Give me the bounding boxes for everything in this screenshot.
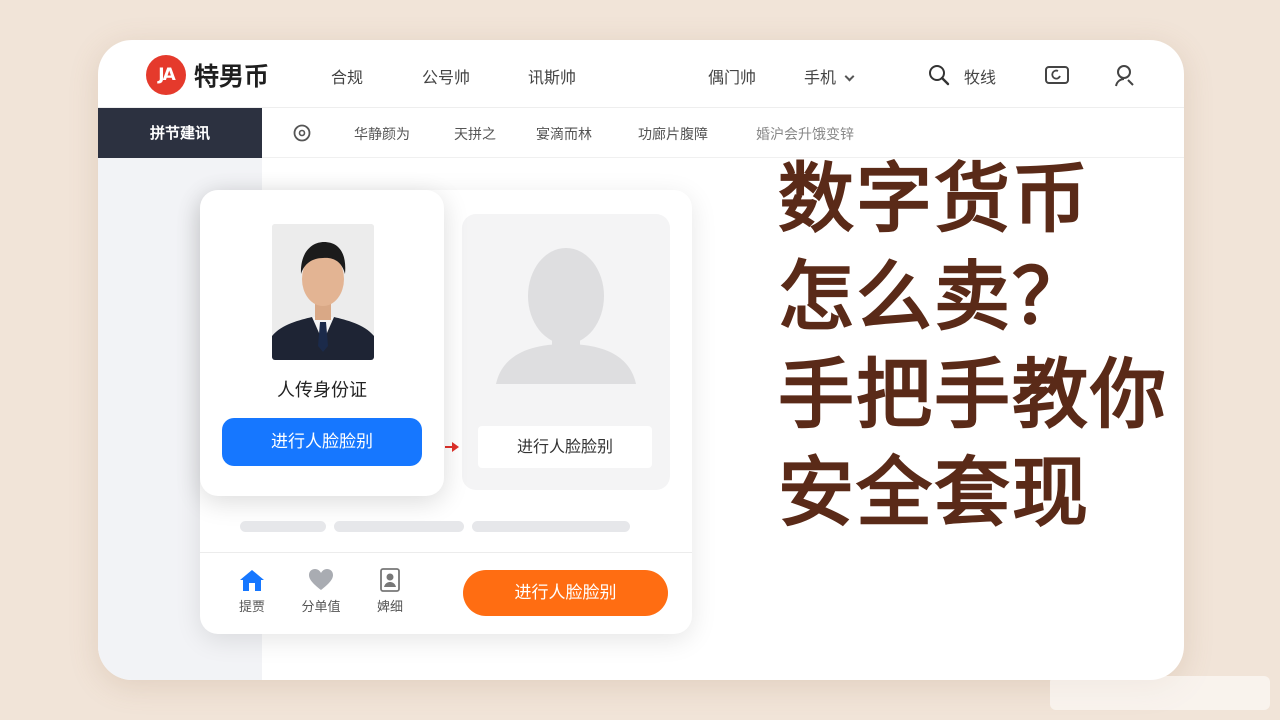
portrait-image	[272, 224, 374, 360]
subnav-active-tab[interactable]: 拼节建讯	[98, 108, 262, 158]
start-face-recognition-button[interactable]: 进行人脸脸别	[222, 418, 422, 466]
heart-icon	[309, 569, 333, 590]
nav-link-3[interactable]: 讯斯帅	[528, 64, 576, 88]
bottom-tab-favorites[interactable]: 分单值	[291, 568, 351, 615]
skeleton-bar	[472, 521, 630, 532]
headline: 数字货币 怎么卖？ 手把手教你 安全套现	[778, 150, 1198, 542]
top-nav: JA 特男币 合规 公号帅 讯斯帅 偶门帅 手机 牧线	[98, 40, 1184, 108]
skeleton-bar	[240, 521, 326, 532]
person-silhouette-icon	[496, 248, 636, 384]
subnav-item-1[interactable]: 华静颜为	[354, 124, 410, 144]
search-icon[interactable]	[928, 64, 950, 86]
id-card-title: 人传身份证	[277, 380, 367, 401]
screen-icon[interactable]	[1044, 62, 1070, 88]
brand-logo[interactable]: JA 特男币	[146, 55, 269, 95]
search-label[interactable]: 牧线	[964, 64, 996, 88]
headline-line-1: 数字货币	[778, 154, 1090, 243]
face-capture-frame: 进行人脸脸别	[462, 214, 670, 490]
skeleton-bar	[334, 521, 464, 532]
chevron-down-icon	[844, 71, 855, 82]
divider	[200, 552, 692, 553]
subnav-item-5[interactable]: 婚沪会升饿变锌	[756, 124, 854, 144]
nav-dropdown-label: 手机	[804, 68, 837, 87]
arrow-right-icon	[445, 442, 459, 452]
profile-card-icon	[380, 568, 400, 592]
headline-line-2: 怎么卖？	[778, 252, 1090, 341]
nav-link-2[interactable]: 公号帅	[422, 64, 470, 88]
subnav-item-2[interactable]: 天拼之	[454, 124, 496, 144]
watermark-blur	[1050, 676, 1270, 710]
bottom-tab-home[interactable]: 提贾	[222, 568, 282, 615]
home-icon	[240, 570, 264, 591]
nav-dropdown[interactable]: 手机	[804, 64, 855, 88]
bottom-tab-label: 提贾	[238, 600, 265, 615]
id-card: 人传身份证 进行人脸脸别	[200, 190, 444, 496]
subnav-item-3[interactable]: 宴滴而林	[536, 124, 592, 144]
primary-cta-button[interactable]: 进行人脸脸别	[463, 570, 668, 616]
bottom-tab-profile[interactable]: 婢细	[360, 568, 420, 615]
bottom-tab-label: 分单值	[301, 600, 341, 615]
nav-link-1[interactable]: 合规	[331, 64, 363, 88]
logo-mark: JA	[146, 55, 186, 95]
brand-name: 特男币	[194, 62, 270, 91]
user-icon[interactable]	[1112, 62, 1138, 88]
chat-icon[interactable]	[292, 123, 312, 143]
face-verify-button[interactable]: 进行人脸脸别	[478, 426, 652, 468]
nav-link-4[interactable]: 偶门帅	[708, 64, 756, 88]
headline-line-3: 手把手教你	[778, 350, 1168, 439]
headline-line-4: 安全套现	[778, 448, 1090, 537]
subnav-item-4[interactable]: 功廊片腹障	[638, 124, 708, 144]
bottom-tab-label: 婢细	[376, 600, 403, 615]
id-photo	[272, 224, 374, 360]
logo-mark-text: JA	[158, 65, 175, 85]
